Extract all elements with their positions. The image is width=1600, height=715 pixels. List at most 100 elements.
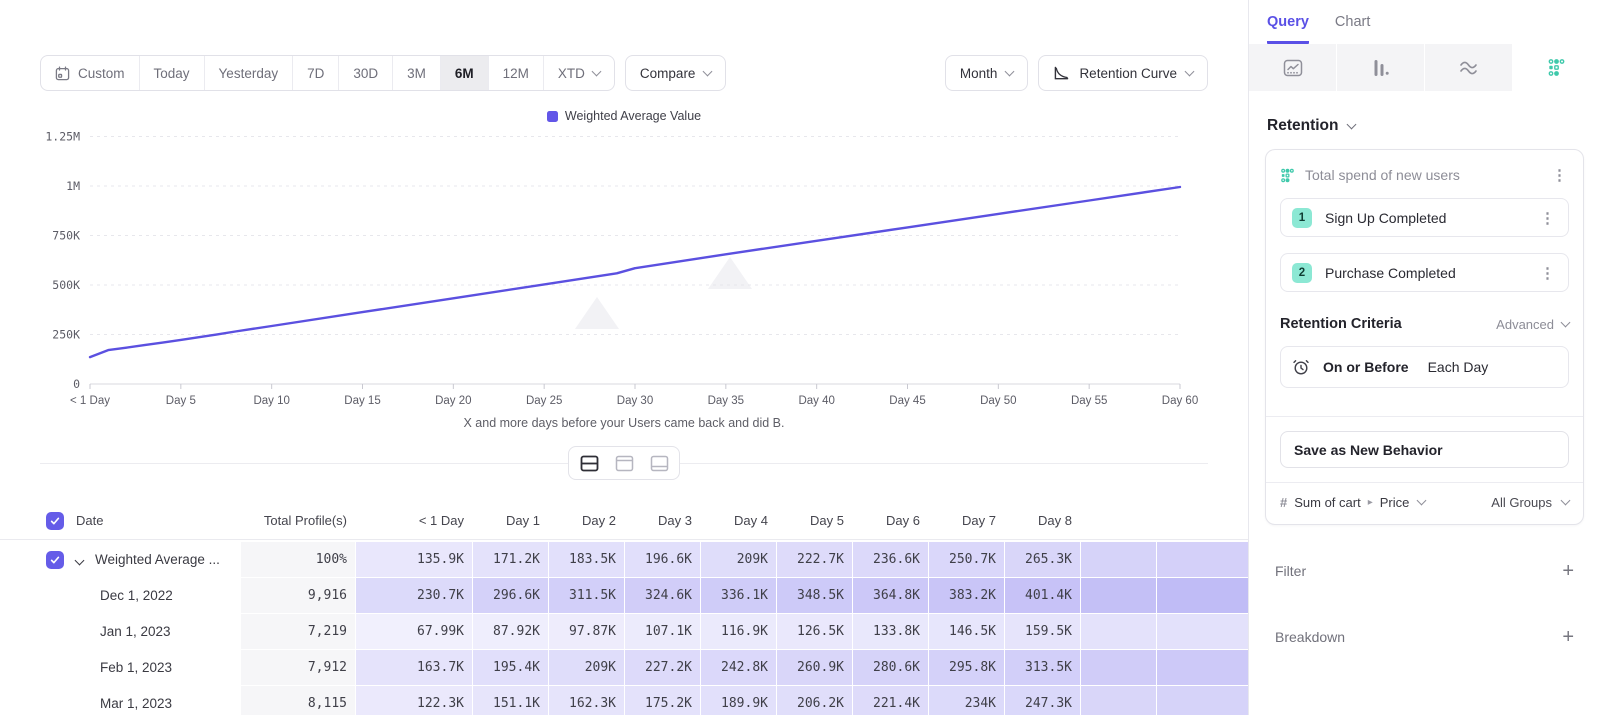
table-row[interactable]: Dec 1, 20229,916230.7K296.6K311.5K324.6K… [0, 578, 1248, 613]
retention-value-cell: 296.6K [473, 578, 548, 613]
retention-value-cell: 311.5K [549, 578, 624, 613]
col-header-day-3: Day 3 [625, 502, 700, 539]
save-as-new-behavior-button[interactable]: Save as New Behavior [1280, 431, 1569, 468]
svg-text:750K: 750K [52, 229, 80, 243]
expand-chevron-icon[interactable] [75, 556, 85, 566]
svg-text:Day 55: Day 55 [1071, 395, 1107, 407]
chevron-down-icon [1561, 496, 1571, 506]
range-12m[interactable]: 12M [489, 56, 544, 90]
retention-section-header[interactable]: Retention [1267, 117, 1582, 135]
flows-view-tab[interactable] [1424, 44, 1512, 91]
table-only-toggle[interactable] [643, 450, 675, 476]
svg-text:Day 15: Day 15 [344, 395, 380, 407]
filter-label: Filter [1275, 563, 1562, 579]
retention-view-tab[interactable] [1512, 44, 1600, 91]
range-custom[interactable]: Custom [41, 56, 140, 90]
col-header-total-profile-s-: Total Profile(s) [241, 502, 355, 539]
cutoff-cell [1081, 686, 1156, 715]
select-all-checkbox[interactable] [46, 512, 64, 530]
table-row[interactable]: Mar 1, 20238,115122.3K151.1K162.3K175.2K… [0, 686, 1248, 715]
row-label: Jan 1, 2023 [46, 624, 171, 639]
chevron-down-icon [1347, 119, 1357, 129]
range-3m[interactable]: 3M [393, 56, 441, 90]
table-row[interactable]: Jan 1, 20237,21967.99K87.92K97.87K107.1K… [0, 614, 1248, 649]
alarm-clock-icon [1292, 358, 1310, 376]
row-label: Mar 1, 2023 [46, 696, 172, 711]
insights-view-tab[interactable] [1249, 44, 1336, 91]
col-header--1-day: < 1 Day [356, 502, 472, 539]
retention-value-cell: 230.7K [356, 578, 472, 613]
retention-value-cell: 313.5K [1005, 650, 1080, 685]
event-step-1[interactable]: 1 Sign Up Completed ⋮ [1280, 198, 1569, 237]
svg-text:Day 25: Day 25 [526, 395, 562, 407]
range-xtd[interactable]: XTD [544, 56, 614, 90]
cutoff-cell [1081, 542, 1156, 577]
retention-timing-row[interactable]: On or Before Each Day [1280, 346, 1569, 388]
retention-value-cell: 87.92K [473, 614, 548, 649]
retention-value-cell: 116.9K [701, 614, 776, 649]
filter-row: Filter + [1275, 561, 1574, 581]
retention-value-cell: 196.6K [625, 542, 700, 577]
chart-legend[interactable]: Weighted Average Value [0, 109, 1248, 123]
retention-value-cell: 234K [929, 686, 1004, 715]
retention-value-cell: 151.1K [473, 686, 548, 715]
range-7d[interactable]: 7D [293, 56, 339, 90]
chart-caption: X and more days before your Users came b… [0, 416, 1248, 430]
behavior-menu-button[interactable]: ⋮ [1550, 166, 1569, 184]
range-yesterday[interactable]: Yesterday [205, 56, 294, 90]
retention-value-cell: 280.6K [853, 650, 928, 685]
layout-toggle-row [40, 446, 1208, 480]
event-menu-button[interactable]: ⋮ [1538, 209, 1557, 227]
cutoff-cell [1157, 650, 1248, 685]
event-menu-button[interactable]: ⋮ [1538, 264, 1557, 282]
cutoff-cell [1157, 686, 1248, 715]
range-today[interactable]: Today [140, 56, 205, 90]
retention-value-cell: 183.5K [549, 542, 624, 577]
chart-type-button[interactable]: Retention Curve [1038, 55, 1208, 91]
funnels-view-tab[interactable] [1336, 44, 1424, 91]
breakdown-row: Breakdown + [1275, 627, 1574, 647]
range-6m[interactable]: 6M [441, 56, 489, 90]
tab-query[interactable]: Query [1267, 14, 1309, 44]
retention-value-cell: 126.5K [777, 614, 852, 649]
row-checkbox[interactable] [46, 551, 64, 569]
all-groups-dropdown[interactable]: All Groups [1491, 495, 1569, 510]
behavior-card-header: Total spend of new users ⋮ [1266, 150, 1583, 198]
tab-chart[interactable]: Chart [1335, 14, 1370, 44]
table-row[interactable]: Weighted Average ...100%135.9K171.2K183.… [0, 542, 1248, 577]
measure-property[interactable]: Sum of cart [1294, 495, 1360, 510]
chart-only-toggle[interactable] [608, 450, 640, 476]
retention-value-cell: 250.7K [929, 542, 1004, 577]
split-view-toggle[interactable] [573, 450, 605, 476]
retention-value-cell: 295.8K [929, 650, 1004, 685]
retention-line-chart: 0250K500K750K1M1.25M< 1 DayDay 5Day 10Da… [40, 129, 1208, 416]
granularity-button[interactable]: Month [945, 55, 1029, 91]
retention-value-cell: 401.4K [1005, 578, 1080, 613]
range-30d[interactable]: 30D [339, 56, 393, 90]
col-header-day-2: Day 2 [549, 502, 624, 539]
advanced-dropdown[interactable]: Advanced [1496, 317, 1569, 332]
report-toolbar: CustomTodayYesterday7D30D3M6M12MXTD Comp… [40, 55, 1208, 91]
col-header-day-6: Day 6 [853, 502, 928, 539]
retention-value-cell: 195.4K [473, 650, 548, 685]
timing-value: Each Day [1428, 359, 1489, 375]
event-step-2[interactable]: 2 Purchase Completed ⋮ [1280, 253, 1569, 292]
number-property-icon: # [1280, 495, 1287, 510]
retention-value-cell: 336.1K [701, 578, 776, 613]
table-row[interactable]: Feb 1, 20237,912163.7K195.4K209K227.2K24… [0, 650, 1248, 685]
svg-text:Day 40: Day 40 [798, 395, 834, 407]
cutoff-cell [1157, 542, 1248, 577]
cutoff-cell [1157, 614, 1248, 649]
retention-curve-icon [1053, 66, 1070, 81]
measure-subproperty[interactable]: Price [1380, 495, 1410, 510]
compare-label: Compare [640, 66, 696, 81]
insights-icon [1283, 59, 1303, 77]
add-breakdown-button[interactable]: + [1562, 627, 1574, 647]
add-filter-button[interactable]: + [1562, 561, 1574, 581]
retention-value-cell: 227.2K [625, 650, 700, 685]
flows-icon [1459, 60, 1479, 76]
total-profiles-cell: 100% [241, 542, 355, 577]
total-profiles-cell: 7,219 [241, 614, 355, 649]
compare-button[interactable]: Compare [625, 55, 727, 91]
retention-value-cell: 209K [701, 542, 776, 577]
